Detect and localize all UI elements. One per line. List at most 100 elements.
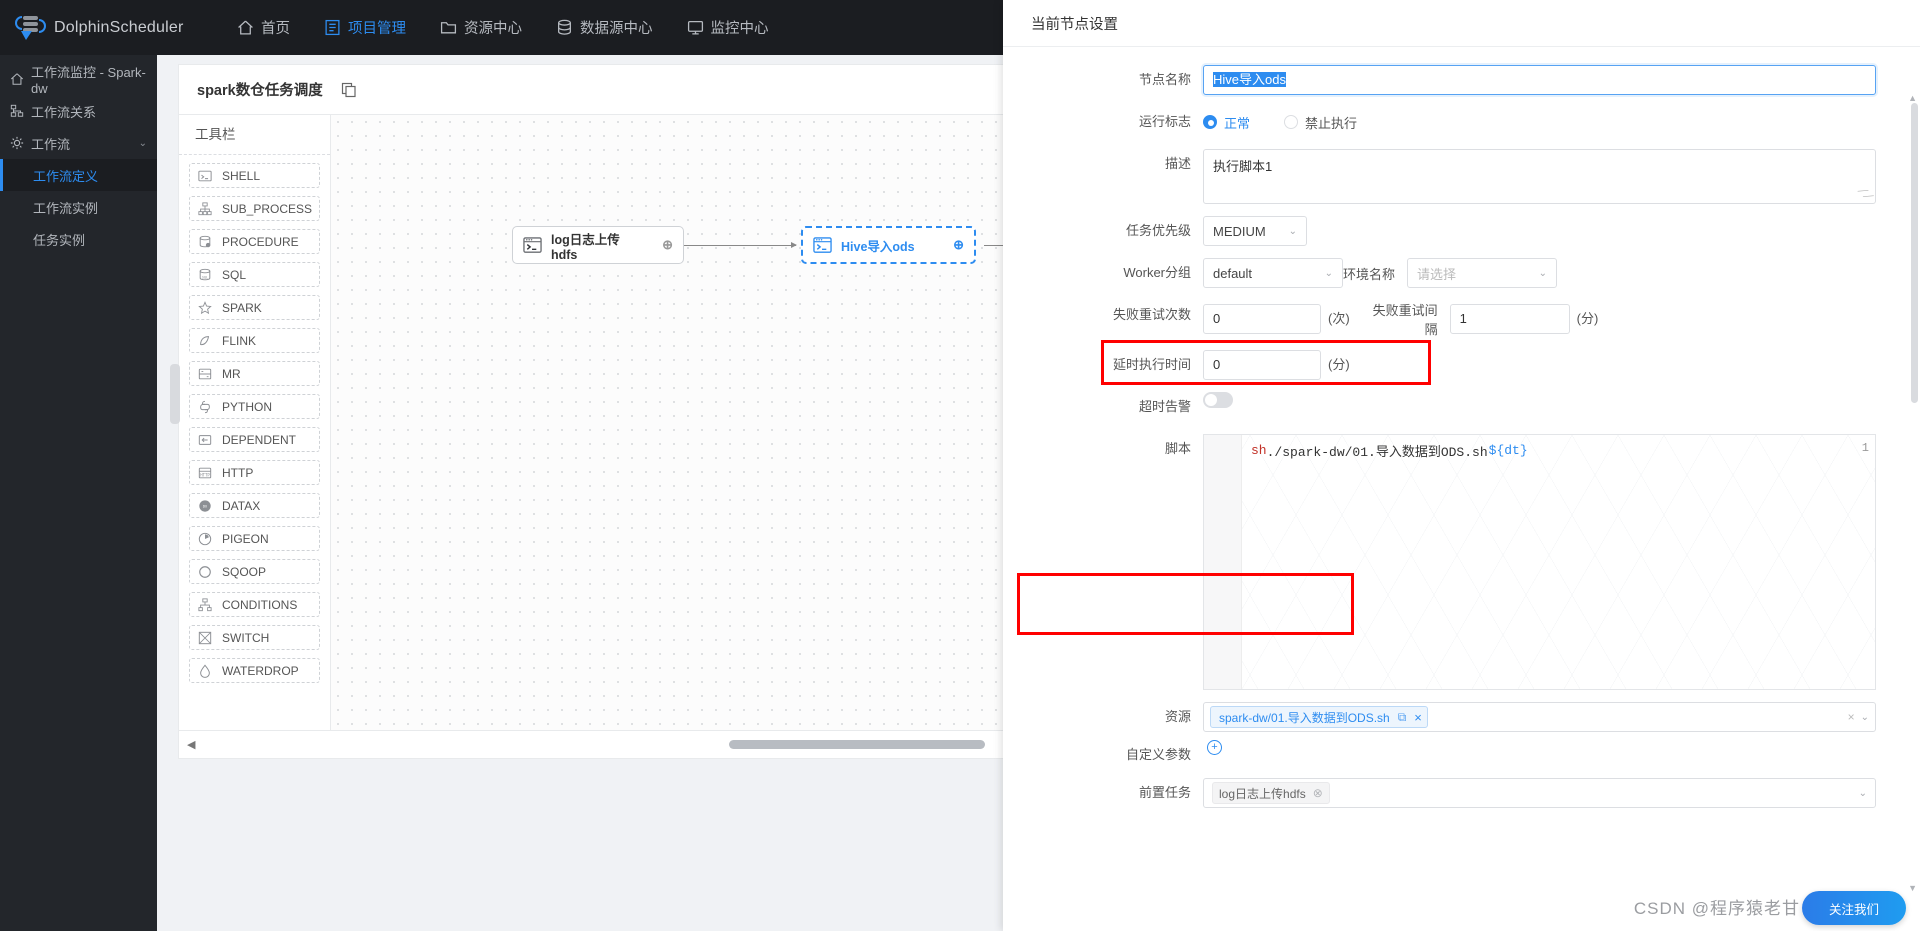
radio-label-normal[interactable]: 正常 [1224,113,1250,132]
label-pre-tasks: 前置任务 [1138,785,1191,800]
environment-select[interactable]: 请选择 ⌄ [1407,258,1557,288]
script-variable: ${dt} [1488,443,1528,458]
label-script: 脚本 [1164,441,1191,456]
nav-item-project-management[interactable]: 项目管理 [324,17,406,38]
sidebar-item-workflow-definition[interactable]: 工作流定义 [0,159,157,191]
sidebar-item-task-instance[interactable]: 任务实例 [0,223,157,255]
sidebar-item-workflow[interactable]: 工作流 ⌄ [0,127,157,159]
drawer-scrollbar[interactable]: ▲ ▼ [1908,93,1918,893]
tool-item-http[interactable]: HTTP HTTP [189,460,320,485]
workflow-node-log-upload[interactable]: log日志上传hdfs ⊕ [512,226,684,264]
worker-group-select[interactable]: default ⌄ [1203,258,1343,288]
tool-label-waterdrop: WATERDROP [222,663,299,678]
drawer-scroll-thumb[interactable] [1911,103,1918,403]
nav-item-home[interactable]: 首页 [237,17,290,38]
clear-icon[interactable]: × [1842,710,1861,724]
scroll-down-icon[interactable]: ▼ [1908,883,1917,893]
terminal-icon [523,236,542,253]
tool-item-conditions[interactable]: CONDITIONS [189,592,320,617]
tool-item-python[interactable]: PYTHON [189,394,320,419]
sidebar-item-workflow-instance[interactable]: 工作流实例 [0,191,157,223]
tool-item-sub-process[interactable]: SUB_PROCESS [189,196,320,221]
tool-item-waterdrop[interactable]: WATERDROP [189,658,320,683]
description-textarea[interactable]: 执行脚本1 ⟋⟋ [1203,149,1876,204]
home-icon [238,20,253,35]
nav-item-resource-center[interactable]: 资源中心 [440,17,522,38]
terminal-icon [813,236,832,253]
sidebar-item-workflow-monitor[interactable]: 工作流监控 - Spark-dw [0,63,157,96]
csdn-watermark-text: CSDN @程序猿老甘 [1633,899,1800,918]
script-editor[interactable]: 1 sh ./spark-dw/01.导入数据到ODS.sh ${dt} [1203,434,1876,690]
sidebar-item-workflow-relation[interactable]: 工作流关系 [0,95,157,127]
tool-item-datax[interactable]: DX DATAX [189,493,320,518]
field-script: 脚本 1 sh ./spark-dw/01.导入数据到ODS.sh ${dt} [1003,434,1876,690]
nav-item-monitor-center[interactable]: 监控中心 [687,17,769,38]
close-icon[interactable]: × [1414,710,1422,725]
pre-tasks-select[interactable]: log日志上传hdfs ⊗ ⌄ [1203,778,1876,808]
tool-label-switch: SWITCH [222,630,270,645]
add-custom-param-button[interactable]: + [1207,740,1222,755]
pigeon-icon [198,532,212,545]
node-name-input[interactable]: Hive导入ods [1203,65,1876,95]
delay-time-input[interactable]: 0 [1203,350,1321,380]
retry-times-input[interactable]: 0 [1203,304,1321,334]
radio-forbidden[interactable] [1284,115,1299,129]
plus-icon[interactable]: ⊕ [931,237,964,253]
label-timeout-alarm: 超时告警 [1138,399,1191,414]
resource-select[interactable]: spark-dw/01.导入数据到ODS.sh ⧉ × × ⌄ [1203,702,1876,732]
scroll-up-icon[interactable]: ▲ [1908,93,1917,103]
task-priority-select[interactable]: MEDIUM ⌄ [1203,216,1307,246]
brand-name: DolphinScheduler [54,18,184,36]
field-run-flag: 运行标志 正常 禁止执行 [1003,107,1876,137]
nav-item-datasource-center[interactable]: 数据源中心 [556,17,653,38]
resource-tag[interactable]: spark-dw/01.导入数据到ODS.sh ⧉ × [1210,706,1428,728]
sqoop-icon [199,565,211,578]
csdn-watermark: CSDN @程序猿老甘 [1634,894,1800,919]
script-keyword: sh [1251,443,1267,458]
timeout-alarm-toggle[interactable] [1203,392,1233,408]
tool-item-flink[interactable]: FLINK [189,328,320,353]
copy-icon[interactable] [341,82,357,98]
close-icon[interactable]: ⊗ [1313,786,1323,800]
tool-item-switch[interactable]: SWITCH [189,625,320,650]
workflow-node-hive-import-ods[interactable]: Hive导入ods ⊕ [801,226,976,264]
radio-normal[interactable] [1203,115,1217,129]
drawer-form: 节点名称 Hive导入ods 运行标志 正常 禁止执行 描述 执行脚本1 ⟋⟋ … [1003,47,1920,931]
worker-group-value: default [1213,265,1253,281]
plus-icon[interactable]: ⊕ [640,237,673,253]
spark-icon [198,300,212,314]
copy-icon[interactable]: ⧉ [1398,710,1407,725]
radio-group-run-flag: 正常 禁止执行 [1203,107,1391,137]
editor-line-1: sh ./spark-dw/01.导入数据到ODS.sh ${dt} [1251,441,1528,460]
panel-collapse-handle[interactable] [170,364,180,424]
tool-label-sub-process: SUB_PROCESS [222,201,313,216]
editor-gutter [1204,435,1242,689]
tool-item-shell[interactable]: SHELL [189,163,320,188]
tool-item-dependent[interactable]: DEPENDENT [189,427,320,452]
field-timeout-alarm: 超时告警 [1003,392,1876,422]
scroll-left-icon[interactable]: ◀ [187,738,195,751]
retry-interval-input[interactable]: 1 [1449,304,1570,334]
tool-item-pigeon[interactable]: PIGEON [189,526,320,551]
tool-item-sqoop[interactable]: SQOOP [189,559,320,584]
radio-label-forbidden[interactable]: 禁止执行 [1305,113,1357,132]
resize-handle-icon[interactable]: ⟋⟋ [1854,184,1874,204]
tool-item-mr[interactable]: MR [189,361,320,386]
scroll-thumb[interactable] [728,740,985,749]
retry-interval-value: 1 [1459,311,1467,326]
http-icon: HTTP [198,467,212,478]
label-worker-group: Worker分组 [1123,265,1191,280]
brand-logo-area[interactable]: DolphinScheduler [14,13,189,43]
follow-badge[interactable]: 关注我们 [1802,891,1906,925]
tool-item-spark[interactable]: SPARK [189,295,320,320]
nav-label-datasource-center: 数据源中心 [580,21,653,37]
toolbar-title: 工具栏 [179,115,330,155]
resource-tag-label: spark-dw/01.导入数据到ODS.sh [1219,710,1390,725]
tool-item-procedure[interactable]: PROCEDURE [189,229,320,254]
pre-task-tag[interactable]: log日志上传hdfs ⊗ [1212,782,1330,804]
tool-item-sql[interactable]: SQL SQL [189,262,320,287]
label-environment: 环境名称 [1343,266,1396,282]
delay-time-value: 0 [1213,357,1221,372]
label-delay-time: 延时执行时间 [1112,357,1191,372]
label-retry-times: 失败重试次数 [1112,307,1191,322]
